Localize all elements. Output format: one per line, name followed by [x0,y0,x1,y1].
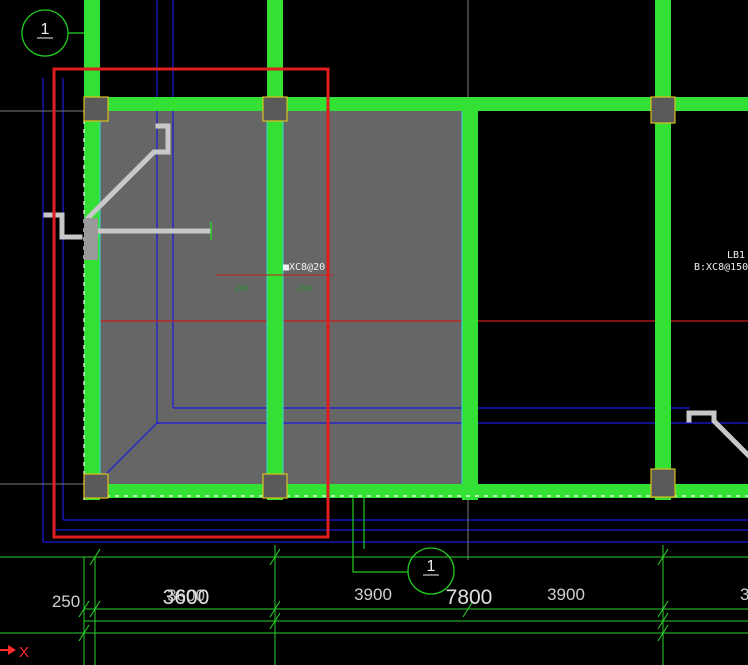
section-marker-label: 1 [427,558,436,575]
slab-sub-label-right: 200 [297,284,312,293]
beam-v3[interactable] [462,104,478,500]
column-6[interactable] [650,468,676,498]
axis-marker-top[interactable]: 1 [21,9,84,57]
slab-sub-label-left: 200 [234,284,249,293]
ucs-axis-indicator: X [0,644,29,661]
cad-viewport[interactable]: ■XC8@20 200 200 LB1 B:XC8@150 1 1 250 36… [0,0,748,665]
dim-text-250[interactable]: 250 [52,592,80,611]
axis-marker-top-label: 1 [41,21,50,38]
dimension-lines [0,545,748,665]
beam-top[interactable] [84,97,748,111]
dim-text-total[interactable]: 7800 [446,586,493,609]
dim-text-cut-off[interactable]: 3 [740,585,748,604]
ucs-x-label: X [19,644,29,661]
column-5[interactable] [262,473,288,499]
slab-rebar-label[interactable]: ■XC8@20 [283,262,325,273]
beam-v2[interactable] [267,0,283,500]
rebar-left-hook [43,212,83,240]
column-4[interactable] [83,473,109,499]
dim-text-bay-c[interactable]: 3900 [547,585,585,604]
dim-text-bay-a[interactable]: 3600 [163,586,210,609]
section-marker-leader [352,498,408,573]
ucs-x-arrow-icon [8,645,16,655]
section-marker-bottom[interactable]: 1 [352,498,455,595]
rebar-anchor-block [84,218,98,260]
beam-name-label[interactable]: LB1 [727,250,745,261]
column-2[interactable] [262,96,288,122]
drawing-canvas[interactable]: ■XC8@20 200 200 LB1 B:XC8@150 1 1 250 36… [0,0,748,665]
column-1[interactable] [83,96,109,122]
column-3[interactable] [650,96,676,124]
beam-rebar-symbol[interactable] [686,410,748,459]
dim-text-bay-b[interactable]: 3900 [354,585,392,604]
beam-rebar-label[interactable]: B:XC8@150 [694,262,748,273]
beam-v4[interactable] [655,0,671,500]
